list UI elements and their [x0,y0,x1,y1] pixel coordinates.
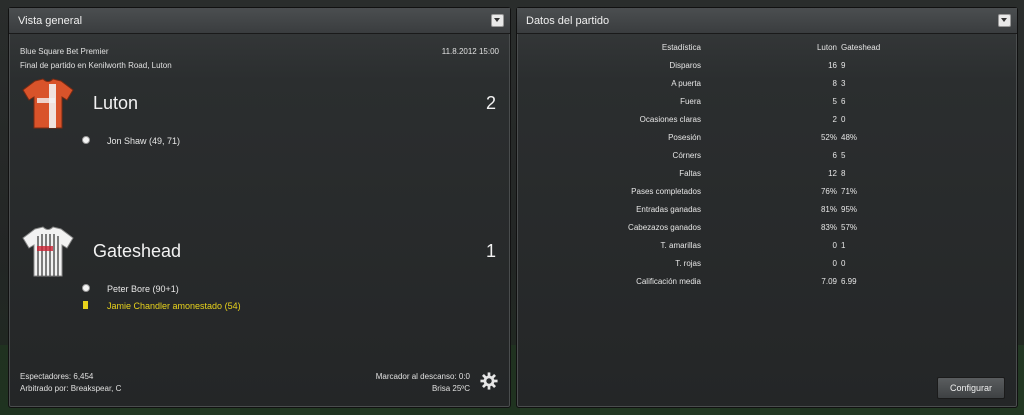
stat-away-value: 0 [841,115,846,124]
stat-row: A puerta 8 3 [517,79,1017,93]
away-event-booking: Jamie Chandler amonestado (54) [107,301,241,311]
stats-home-header: Luton [816,43,837,52]
stat-away-value: 48% [841,133,858,142]
halftime-score: Marcador al descanso: 0:0 [375,372,470,381]
stat-home-value: 16 [828,61,837,70]
stat-label: T. amarillas [660,241,701,250]
stat-row: T. amarillas 0 1 [517,241,1017,255]
stats-away-header: Gateshead [841,43,881,52]
configure-button[interactable]: Configurar [937,377,1005,399]
away-shirt-icon [22,226,74,277]
stats-column-headers: Estadística Luton Gateshead [517,43,1017,57]
stat-home-value: 12 [828,169,837,178]
stat-home-value: 5 [832,97,837,106]
stat-home-value: 0 [832,259,837,268]
stat-label: Ocasiones claras [639,115,701,124]
stat-row: Córners 6 5 [517,151,1017,165]
stat-row: Disparos 16 9 [517,61,1017,75]
away-event-goal: Peter Bore (90+1) [107,284,179,294]
stat-home-value: 81% [820,205,837,214]
stat-label: Córners [672,151,701,160]
stat-label: Faltas [679,169,701,178]
stat-home-value: 8 [832,79,837,88]
overview-menu-button[interactable] [491,14,504,27]
stat-home-value: 7.09 [821,277,837,286]
yellow-card-icon [83,301,88,309]
home-event-goal: Jon Shaw (49, 71) [107,136,181,146]
home-shirt-icon [22,78,74,129]
match-datetime: 11.8.2012 15:00 [441,47,499,56]
stat-home-value: 0 [832,241,837,250]
stat-home-value: 52% [820,133,837,142]
stat-label: Fuera [680,97,701,106]
home-team-name: Luton [93,93,139,113]
stat-home-value: 83% [820,223,837,232]
stat-away-value: 8 [841,169,846,178]
match-venue: Final de partido en Kenilworth Road, Lut… [20,61,172,70]
stats-label-header: Estadística [661,43,701,52]
gear-icon[interactable] [480,372,498,390]
stat-away-value: 6 [841,97,846,106]
overview-header: Vista general [9,8,510,34]
stat-row: Posesión 52% 48% [517,133,1017,147]
stat-row: Ocasiones claras 2 0 [517,115,1017,129]
attendance: Espectadores: 6,454 [20,372,94,381]
stat-home-value: 2 [832,115,837,124]
stat-away-value: 9 [841,61,846,70]
home-team-score: 2 [485,93,496,113]
stats-menu-button[interactable] [998,14,1011,27]
stat-label: T. rojas [675,259,701,268]
stat-label: A puerta [671,79,701,88]
competition-name: Blue Square Bet Premier [20,47,109,56]
weather: Brisa 25ºC [431,384,470,393]
match-stats-panel: Datos del partido Estadística Luton Gate… [516,7,1018,408]
stat-row: Entradas ganadas 81% 95% [517,205,1017,219]
goal-ball-icon [82,136,90,144]
stats-title: Datos del partido [526,15,610,27]
stat-label: Disparos [669,61,701,70]
stat-home-value: 76% [820,187,837,196]
stat-label: Entradas ganadas [636,205,701,214]
stat-label: Pases completados [631,187,701,196]
stat-away-value: 5 [841,151,846,160]
stat-home-value: 6 [832,151,837,160]
goal-ball-icon [82,284,90,292]
stat-label: Posesión [668,133,701,142]
stat-row: Calificación media 7.09 6.99 [517,277,1017,291]
stat-away-value: 3 [841,79,846,88]
overview-title: Vista general [18,15,83,27]
stat-row: Faltas 12 8 [517,169,1017,183]
stat-away-value: 95% [841,205,858,214]
stat-label: Cabezazos ganados [628,223,701,232]
stat-away-value: 57% [841,223,858,232]
stats-header: Datos del partido [517,8,1017,34]
overview-panel: Vista general Blue Square Bet Premier 11… [8,7,511,408]
stat-label: Calificación media [636,277,701,286]
stat-row: Fuera 5 6 [517,97,1017,111]
away-team-score: 1 [485,241,496,261]
stat-away-value: 71% [841,187,858,196]
away-team-name: Gateshead [93,241,182,261]
referee: Arbitrado por: Breakspear, C [20,384,122,393]
stat-away-value: 0 [841,259,846,268]
stat-away-value: 1 [841,241,846,250]
stat-row: Cabezazos ganados 83% 57% [517,223,1017,237]
stat-away-value: 6.99 [841,277,857,286]
stat-row: T. rojas 0 0 [517,259,1017,273]
stat-row: Pases completados 76% 71% [517,187,1017,201]
